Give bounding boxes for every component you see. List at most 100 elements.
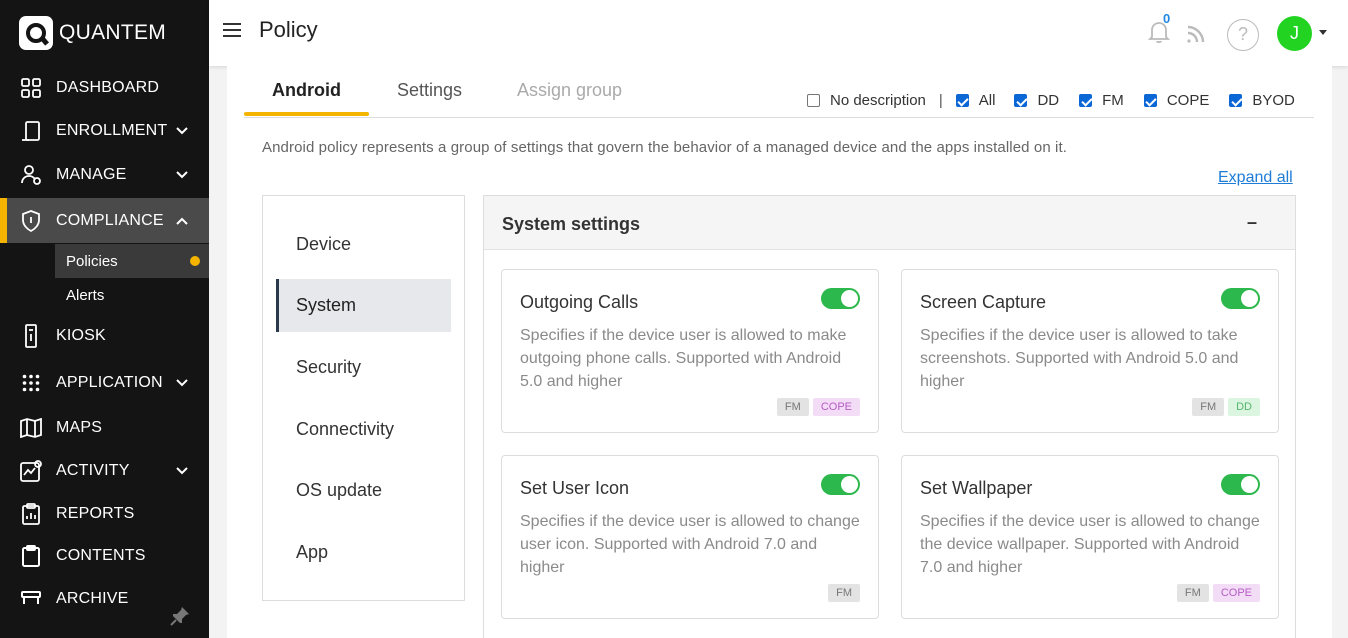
- tag-cope: COPE: [812, 398, 860, 416]
- sidebar-item-reports[interactable]: REPORTS: [0, 494, 209, 534]
- pin-icon[interactable]: [170, 606, 190, 626]
- dashboard-icon: [20, 77, 42, 99]
- archive-icon: [20, 588, 42, 604]
- sidebar-item-kiosk[interactable]: KIOSK: [0, 316, 209, 356]
- brand[interactable]: QUANTEM: [19, 16, 166, 50]
- map-icon: [20, 417, 42, 439]
- filter-byod[interactable]: BYOD: [1229, 92, 1295, 109]
- category-device[interactable]: Device: [276, 218, 451, 271]
- category-os-update[interactable]: OS update: [276, 464, 451, 517]
- hamburger-menu-icon[interactable]: [222, 22, 242, 38]
- sidebar-item-label: DASHBOARD: [56, 79, 160, 96]
- user-avatar[interactable]: J: [1277, 16, 1312, 51]
- dd-checkbox[interactable]: [1014, 94, 1028, 107]
- sidebar-item-enrollment[interactable]: ENROLLMENT: [0, 111, 209, 151]
- setting-card-set-wallpaper: Set Wallpaper Specifies if the device us…: [901, 455, 1279, 619]
- help-button[interactable]: ?: [1227, 19, 1259, 51]
- sidebar-item-dashboard[interactable]: DASHBOARD: [0, 68, 209, 108]
- setting-card-outgoing-calls: Outgoing Calls Specifies if the device u…: [501, 269, 879, 433]
- sidebar-item-label: ENROLLMENT: [56, 122, 168, 139]
- category-app[interactable]: App: [276, 526, 451, 579]
- rss-feed-icon[interactable]: [1186, 24, 1206, 44]
- collapse-section-button[interactable]: –: [1247, 212, 1257, 233]
- policy-description: Android policy represents a group of set…: [262, 139, 1068, 156]
- filter-fm[interactable]: FM: [1079, 92, 1124, 109]
- filter-label: COPE: [1166, 92, 1210, 109]
- tag-cope: COPE: [1212, 584, 1260, 602]
- policy-tabs: Android Settings Assign group No descrip…: [244, 66, 1314, 118]
- sidebar-item-compliance[interactable]: COMPLIANCE: [0, 198, 209, 243]
- tab-assign-group[interactable]: Assign group: [517, 80, 622, 101]
- sidebar-item-label: KIOSK: [56, 327, 106, 344]
- byod-checkbox[interactable]: [1229, 94, 1243, 107]
- sidebar-item-contents[interactable]: CONTENTS: [0, 536, 209, 576]
- sidebar: QUANTEM DASHBOARD ENROLLMENT MANAGE COMP…: [0, 0, 209, 638]
- policy-panel: Android Settings Assign group No descrip…: [227, 66, 1332, 638]
- sidebar-item-label: REPORTS: [56, 505, 135, 522]
- sidebar-item-label: MANAGE: [56, 166, 127, 183]
- tag-fm: FM: [1192, 398, 1225, 416]
- screen-capture-toggle[interactable]: [1221, 288, 1260, 309]
- set-wallpaper-toggle[interactable]: [1221, 474, 1260, 495]
- section-header[interactable]: System settings –: [484, 196, 1295, 250]
- setting-card-screen-capture: Screen Capture Specifies if the device u…: [901, 269, 1279, 433]
- shield-icon: [20, 209, 42, 232]
- mode-tags: FM: [828, 584, 860, 602]
- sidebar-item-application[interactable]: APPLICATION: [0, 363, 209, 403]
- enrollment-icon: [20, 120, 42, 142]
- sidebar-item-label: ARCHIVE: [56, 590, 129, 604]
- kiosk-icon: [20, 324, 42, 348]
- quantem-logo-icon: [19, 16, 53, 50]
- top-header: Policy 0 ? J: [209, 0, 1348, 66]
- category-security[interactable]: Security: [276, 341, 451, 394]
- chevron-down-icon: [176, 127, 188, 135]
- device-mode-filters: No description | All DD FM COPE BYOD: [807, 92, 1295, 109]
- sidebar-item-label: CONTENTS: [56, 547, 146, 564]
- setting-card-set-user-icon: Set User Icon Specifies if the device us…: [501, 455, 879, 619]
- setting-description: Specifies if the device user is allowed …: [520, 513, 860, 576]
- apps-grid-icon: [20, 372, 42, 394]
- setting-description: Specifies if the device user is allowed …: [920, 327, 1239, 390]
- chevron-down-icon: [176, 171, 188, 179]
- sidebar-subitem-policies[interactable]: Policies: [55, 244, 209, 278]
- notification-count-badge: 0: [1163, 11, 1171, 26]
- manage-user-icon: [20, 164, 42, 186]
- outgoing-calls-toggle[interactable]: [821, 288, 860, 309]
- category-system[interactable]: System: [276, 279, 451, 332]
- section-title: System settings: [502, 214, 641, 234]
- tag-fm: FM: [1176, 584, 1209, 602]
- expand-all-link[interactable]: Expand all: [1218, 169, 1293, 187]
- active-tab-indicator: [244, 112, 369, 116]
- all-checkbox[interactable]: [955, 94, 969, 107]
- filter-label: DD: [1037, 92, 1060, 109]
- set-user-icon-toggle[interactable]: [821, 474, 860, 495]
- clipboard-icon: [20, 545, 42, 567]
- filter-all[interactable]: All: [955, 92, 995, 109]
- page-title: Policy: [259, 17, 318, 42]
- sidebar-subitem-label: Alerts: [66, 286, 105, 304]
- reports-icon: [20, 503, 42, 525]
- no-description-checkbox[interactable]: [807, 94, 820, 107]
- cope-checkbox[interactable]: [1143, 94, 1157, 107]
- tag-fm: FM: [828, 584, 860, 602]
- filter-dd[interactable]: DD: [1014, 92, 1059, 109]
- filter-label: No description: [830, 92, 926, 109]
- sidebar-item-maps[interactable]: MAPS: [0, 408, 209, 448]
- tab-android[interactable]: Android: [272, 80, 341, 101]
- caret-down-icon[interactable]: [1319, 30, 1327, 35]
- setting-description: Specifies if the device user is allowed …: [520, 327, 847, 390]
- tab-settings[interactable]: Settings: [397, 80, 462, 101]
- mode-tags: FM DD: [1192, 398, 1260, 416]
- current-indicator-dot: [190, 256, 200, 266]
- category-connectivity[interactable]: Connectivity: [276, 403, 451, 456]
- chevron-up-icon: [176, 217, 188, 225]
- sidebar-subitem-alerts[interactable]: Alerts: [55, 278, 209, 312]
- setting-title: Set Wallpaper: [920, 478, 1033, 498]
- sidebar-item-archive[interactable]: ARCHIVE: [0, 584, 209, 604]
- filter-cope[interactable]: COPE: [1143, 92, 1210, 109]
- filter-no-description[interactable]: No description: [807, 92, 926, 109]
- sidebar-item-manage[interactable]: MANAGE: [0, 155, 209, 195]
- fm-checkbox[interactable]: [1079, 94, 1093, 107]
- sidebar-item-activity[interactable]: ACTIVITY: [0, 451, 209, 491]
- settings-category-nav: Device System Security Connectivity OS u…: [262, 195, 465, 601]
